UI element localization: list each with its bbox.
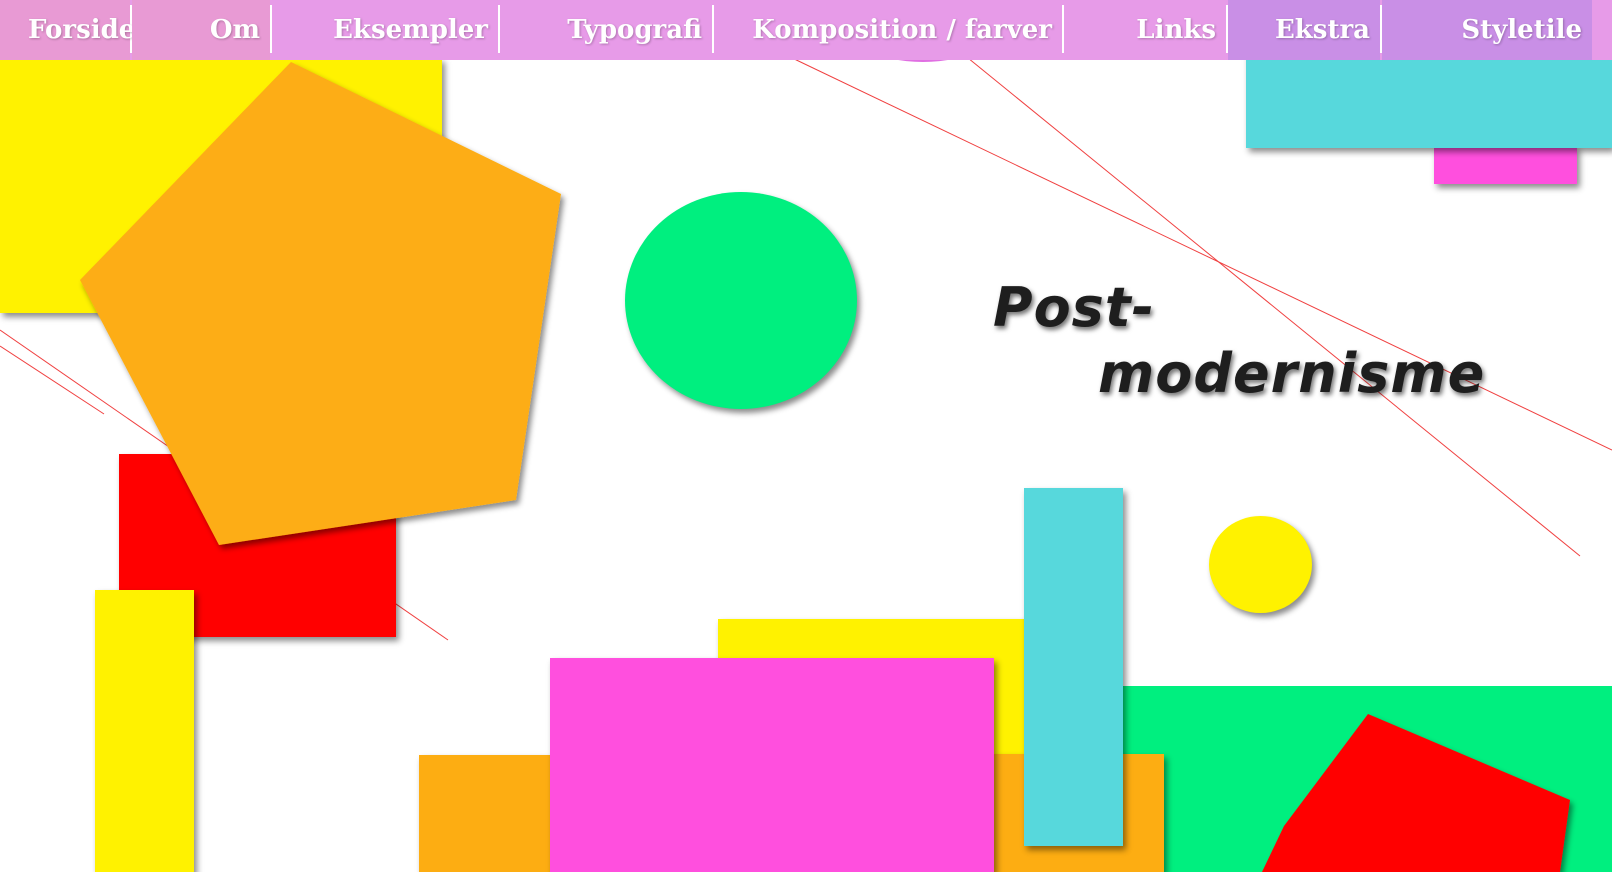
cyan-bar-vertical (1024, 488, 1123, 846)
nav-item-label: Forside (28, 15, 136, 45)
nav-item-forside[interactable]: Forside (0, 0, 135, 60)
page-canvas: Post- modernisme Forside Om Eksempler Ty… (0, 0, 1612, 872)
cyan-block-top-right (1246, 50, 1612, 148)
nav-item-styletile[interactable]: Styletile (1382, 0, 1592, 60)
nav-item-label: Eksempler (333, 15, 488, 45)
nav-item-label: Styletile (1461, 15, 1582, 45)
nav-item-label: Om (209, 15, 260, 45)
nav-item-om[interactable]: Om (132, 0, 270, 60)
yellow-bar-left (95, 590, 194, 872)
page-title-line2: modernisme (1098, 342, 1486, 405)
nav-item-eksempler[interactable]: Eksempler (272, 0, 498, 60)
main-nav: Forside Om Eksempler Typografi Kompositi… (0, 0, 1612, 60)
orange-block-bottom-left (419, 755, 555, 872)
magenta-block-large (550, 658, 994, 872)
green-block-bottom-right (1110, 686, 1612, 872)
page-title-line1: Post- (993, 276, 1156, 339)
nav-item-label: Ekstra (1274, 15, 1370, 45)
nav-item-label: Links (1136, 15, 1216, 45)
nav-item-links[interactable]: Links (1064, 0, 1226, 60)
yellow-circle-small (1209, 516, 1312, 613)
nav-item-komposition[interactable]: Komposition / farver (714, 0, 1062, 60)
yellow-block-top-left (0, 58, 442, 313)
nav-item-label: Komposition / farver (752, 15, 1052, 45)
green-circle (625, 192, 857, 409)
nav-item-label: Typografi (567, 15, 702, 45)
nav-item-ekstra[interactable]: Ekstra (1228, 0, 1380, 60)
magenta-block-small (1434, 146, 1577, 184)
nav-item-typografi[interactable]: Typografi (500, 0, 712, 60)
